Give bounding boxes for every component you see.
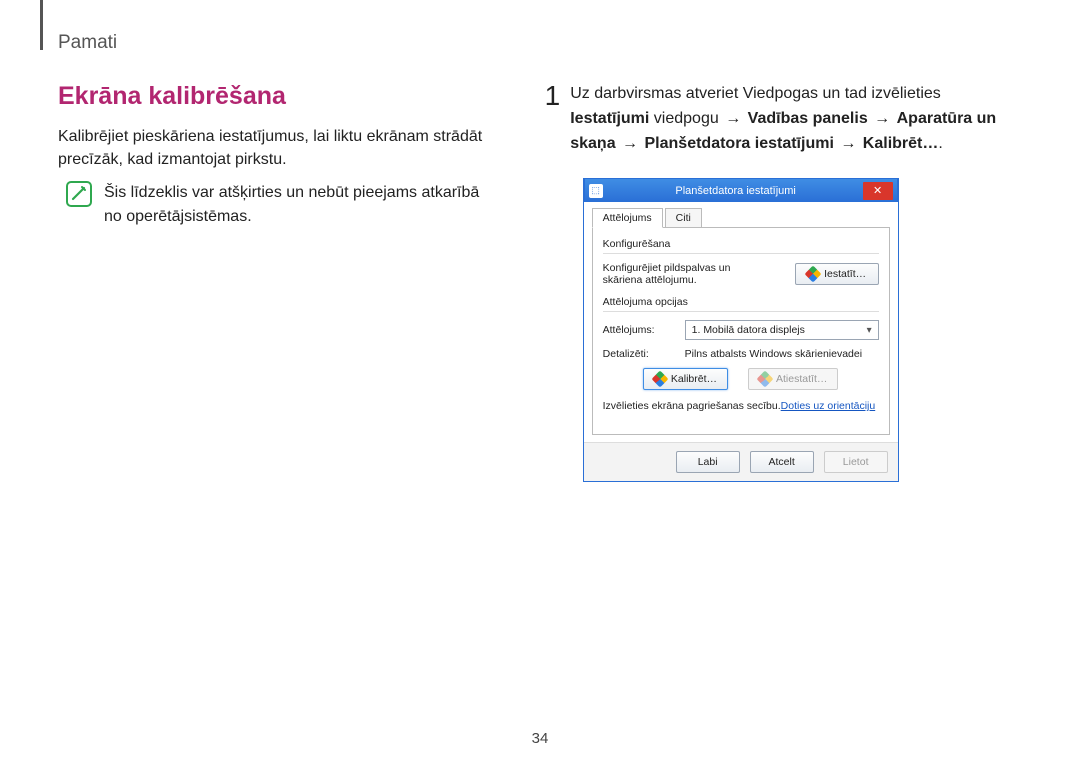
detail-label: Detalizēti: (603, 348, 675, 360)
display-select-value: 1. Mobilā datora displejs (692, 324, 805, 336)
calibrate-button-label: Kalibrēt… (671, 373, 717, 385)
setup-button-label: Iestatīt… (824, 268, 866, 280)
chevron-down-icon: ▾ (867, 325, 872, 336)
group-display-options: Attēlojuma opcijas Attēlojums: 1. Mobilā… (603, 296, 879, 412)
display-select[interactable]: 1. Mobilā datora displejs ▾ (685, 320, 879, 340)
dialog-tabs: Attēlojums Citi (584, 202, 898, 228)
step-bold-tablet-settings: Planšetdatora iestatījumi (645, 135, 834, 152)
step-bold-calibrate: Kalibrēt… (863, 135, 939, 152)
step-bold-control-panel: Vadības panelis (748, 110, 868, 127)
left-column: Ekrāna kalibrēšana Kalibrējiet pieskārie… (58, 82, 499, 482)
apply-button[interactable]: Lietot (824, 451, 888, 473)
tablet-settings-dialog: ⬚ Planšetdatora iestatījumi ✕ Attēlojums… (583, 178, 899, 482)
note-icon (66, 181, 92, 207)
reset-button[interactable]: Atiestatīt… (748, 368, 838, 390)
header-rule (40, 0, 43, 50)
shield-icon (757, 371, 774, 388)
tab-display[interactable]: Attēlojums (592, 208, 663, 228)
step-mid1: viedpogu (649, 110, 723, 127)
rotation-pre: Izvēlieties ekrāna pagriešanas secību. (603, 400, 781, 412)
cancel-button[interactable]: Atcelt (750, 451, 814, 473)
page-content: Pamati Ekrāna kalibrēšana Kalibrējiet pi… (0, 0, 1080, 482)
rotation-text: Izvēlieties ekrāna pagriešanas secību.Do… (603, 400, 879, 412)
dialog-titlebar: ⬚ Planšetdatora iestatījumi ✕ (584, 178, 898, 202)
shield-icon (805, 266, 822, 283)
right-column: 1 Uz darbvirsmas atveriet Viedpogas un t… (545, 82, 1022, 482)
step-1: 1 Uz darbvirsmas atveriet Viedpogas un t… (545, 82, 1022, 156)
arrow-icon: → (872, 110, 892, 127)
ok-button[interactable]: Labi (676, 451, 740, 473)
close-icon: ✕ (873, 184, 882, 197)
tab-other[interactable]: Citi (665, 208, 702, 228)
intro-paragraph: Kalibrējiet pieskāriena iestatījumus, la… (58, 125, 499, 171)
reset-button-label: Atiestatīt… (776, 373, 827, 385)
dialog-footer: Labi Atcelt Lietot (584, 442, 898, 481)
arrow-icon: → (620, 135, 640, 152)
step-text: Uz darbvirsmas atveriet Viedpogas un tad… (570, 82, 1022, 156)
app-icon: ⬚ (589, 184, 603, 198)
group-display-label: Attēlojuma opcijas (603, 296, 879, 308)
step-pre: Uz darbvirsmas atveriet Viedpogas un tad… (570, 85, 941, 102)
page-number: 34 (0, 730, 1080, 747)
dialog-title: Planšetdatora iestatījumi (609, 185, 863, 197)
orientation-link[interactable]: Doties uz orientāciju (781, 400, 876, 412)
step-number: 1 (545, 82, 561, 110)
setup-button[interactable]: Iestatīt… (795, 263, 879, 285)
close-button[interactable]: ✕ (863, 182, 893, 200)
group-configure: Konfigurēšana Konfigurējiet pildspalvas … (603, 238, 879, 286)
shield-icon (651, 371, 668, 388)
note-block: Šis līdzeklis var atšķirties un nebūt pi… (66, 181, 499, 227)
note-text: Šis līdzeklis var atšķirties un nebūt pi… (104, 181, 499, 227)
divider (603, 311, 879, 312)
detail-text: Pilns atbalsts Windows skārienievadei (685, 348, 862, 360)
group-configure-label: Konfigurēšana (603, 238, 879, 250)
section-title: Ekrāna kalibrēšana (58, 82, 499, 111)
page-header: Pamati (58, 32, 1022, 54)
arrow-icon: → (838, 135, 858, 152)
display-label: Attēlojums: (603, 324, 675, 336)
arrow-icon: → (723, 110, 743, 127)
dialog-screenshot: ⬚ Planšetdatora iestatījumi ✕ Attēlojums… (583, 178, 1022, 482)
divider (603, 253, 879, 254)
tab-panel-display: Konfigurēšana Konfigurējiet pildspalvas … (592, 227, 890, 435)
step-bold-settings: Iestatījumi (570, 110, 649, 127)
calibrate-button[interactable]: Kalibrēt… (643, 368, 728, 390)
configure-text: Konfigurējiet pildspalvas un skāriena at… (603, 262, 753, 286)
